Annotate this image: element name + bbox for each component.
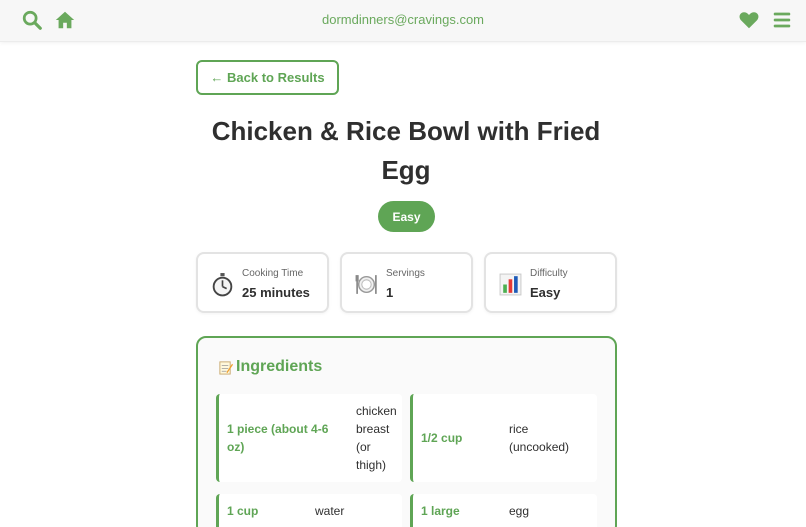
menu-icon[interactable] <box>770 9 794 31</box>
top-nav-bar: dormdinners@cravings.com <box>0 0 806 42</box>
stat-card-cooking-time: Cooking Time 25 minutes <box>196 252 329 313</box>
ingredient-item: 1 cup water <box>216 494 402 527</box>
ingredient-quantity: 1/2 cup <box>421 431 463 445</box>
stat-card-difficulty: Difficulty Easy <box>484 252 617 313</box>
memo-icon <box>218 360 233 375</box>
stopwatch-icon <box>210 272 235 297</box>
back-to-results-button[interactable]: ← Back to Results <box>196 60 339 95</box>
plate-icon <box>354 272 379 297</box>
ingredient-name: water <box>315 504 345 518</box>
stat-label: Cooking Time <box>242 268 304 279</box>
ingredient-quantity: 1 cup <box>227 504 259 518</box>
ingredient-item: 1 piece (about 4-6 oz) chicken breast (o… <box>216 394 402 482</box>
stat-value: 25 minutes <box>242 285 310 300</box>
ingredients-heading: Ingredients <box>218 358 322 376</box>
user-email: dormdinners@cravings.com <box>321 12 485 27</box>
ingredients-heading-text: Ingredients <box>236 358 323 375</box>
recipe-title: Chicken & Rice Bowl with Fried Egg <box>211 116 601 185</box>
ingredient-item: 1 large egg <box>410 494 597 527</box>
bar-chart-icon <box>498 272 523 297</box>
stat-card-servings: Servings 1 <box>340 252 473 313</box>
heart-icon[interactable] <box>737 9 761 31</box>
stat-label: Difficulty <box>530 268 568 279</box>
ingredient-quantity: 1 large <box>421 504 460 518</box>
stat-value: 1 <box>386 285 394 300</box>
ingredient-quantity: 1 piece (about 4-6 oz) <box>227 422 329 454</box>
ingredient-name: rice (uncooked) <box>509 422 570 454</box>
ingredient-name: egg <box>509 504 530 518</box>
difficulty-badge: Easy <box>378 201 435 232</box>
ingredient-item: 1/2 cup rice (uncooked) <box>410 394 597 482</box>
stat-value: Easy <box>530 285 561 300</box>
ingredient-name: chicken breast (or thigh) <box>356 404 397 472</box>
stat-label: Servings <box>386 268 425 279</box>
